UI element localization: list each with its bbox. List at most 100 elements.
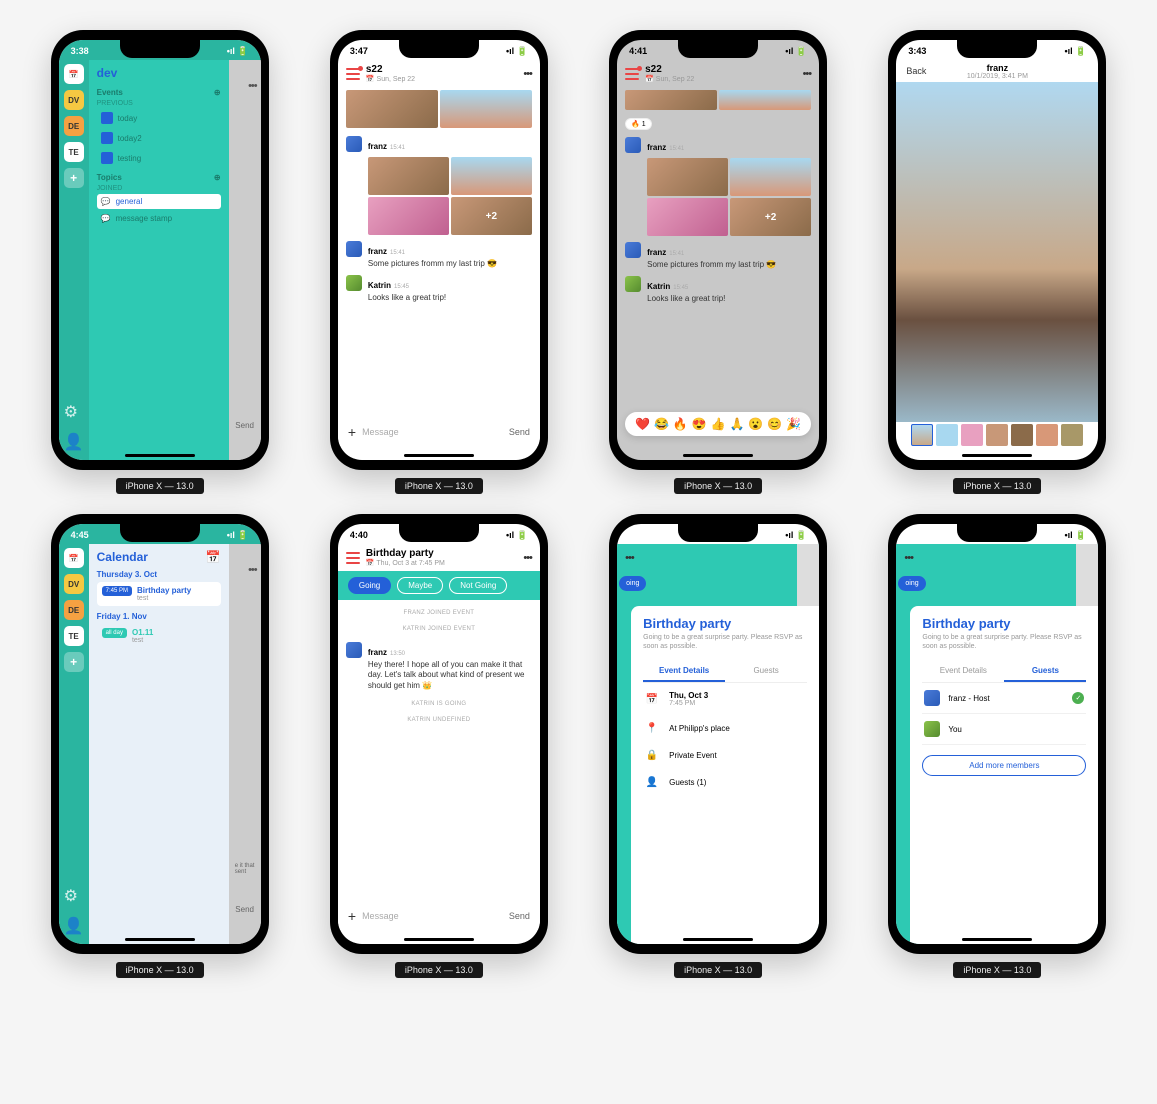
- reaction-laugh[interactable]: 😂: [654, 417, 669, 431]
- calendar-event[interactable]: all day O1.11test: [97, 624, 221, 648]
- tab-guests[interactable]: Guests: [1004, 661, 1086, 682]
- photo-thumbnail[interactable]: [647, 198, 728, 236]
- workspace-dv[interactable]: DV: [64, 574, 84, 594]
- message-input[interactable]: Message: [362, 427, 503, 437]
- rsvp-maybe-button[interactable]: Maybe: [397, 577, 443, 594]
- thumbnail[interactable]: [1011, 424, 1033, 446]
- calendar-add-icon[interactable]: 📅: [206, 550, 221, 564]
- chat-body[interactable]: FRANZ JOINED EVENT KATRIN JOINED EVENT f…: [338, 600, 540, 905]
- tab-details[interactable]: Event Details: [643, 661, 725, 682]
- menu-icon[interactable]: [625, 68, 639, 80]
- rsvp-going-partial[interactable]: oing: [619, 576, 646, 591]
- event-item-today[interactable]: today: [97, 109, 221, 127]
- reaction-party[interactable]: 🎉: [786, 417, 801, 431]
- rsvp-notgoing-button[interactable]: Not Going: [449, 577, 507, 594]
- attach-icon[interactable]: +: [348, 908, 356, 924]
- home-indicator[interactable]: [683, 938, 753, 941]
- avatar-franz[interactable]: [346, 241, 362, 257]
- avatar-franz[interactable]: [346, 642, 362, 658]
- thumbnail-selected[interactable]: [911, 424, 933, 446]
- attach-icon[interactable]: +: [348, 424, 356, 440]
- workspace-de[interactable]: DE: [64, 600, 84, 620]
- message-input[interactable]: Message: [362, 911, 503, 921]
- add-members-button[interactable]: Add more members: [922, 755, 1086, 776]
- profile-icon[interactable]: 👤: [64, 432, 84, 452]
- photo-thumbnail[interactable]: [440, 90, 532, 128]
- workspace-dv[interactable]: DV: [64, 90, 84, 110]
- add-topic-icon[interactable]: ⊕: [214, 173, 221, 182]
- profile-icon[interactable]: 👤: [64, 916, 84, 936]
- chat-body[interactable]: 🔥 1 franz15:41 +2 franz15:41 Some pictur…: [617, 87, 819, 437]
- reaction-wow[interactable]: 😮: [748, 417, 763, 431]
- more-icon[interactable]: •••: [904, 552, 913, 564]
- photo-thumbnail[interactable]: [346, 90, 438, 128]
- photo-thumbnail[interactable]: [647, 158, 728, 196]
- rsvp-going-button[interactable]: Going: [348, 577, 391, 594]
- event-item-testing[interactable]: testing: [97, 149, 221, 167]
- back-button[interactable]: Back: [906, 66, 926, 76]
- photo-thumbnail[interactable]: [368, 197, 449, 235]
- thumbnail[interactable]: [1036, 424, 1058, 446]
- reaction-heart[interactable]: ❤️: [635, 417, 650, 431]
- more-icon[interactable]: •••: [248, 80, 257, 92]
- photo-overflow[interactable]: +2: [451, 197, 532, 235]
- home-indicator[interactable]: [125, 454, 195, 457]
- menu-icon[interactable]: [346, 68, 360, 80]
- avatar-franz[interactable]: [346, 136, 362, 152]
- reaction-fire[interactable]: 🔥: [673, 417, 688, 431]
- guest-row-you[interactable]: You: [922, 714, 1086, 745]
- photo-thumbnail[interactable]: [625, 90, 717, 110]
- calendar-event[interactable]: 7:45 PM Birthday partytest: [97, 582, 221, 606]
- calendar-icon[interactable]: 📅: [64, 64, 84, 84]
- home-indicator[interactable]: [404, 454, 474, 457]
- event-item-today2[interactable]: today2: [97, 129, 221, 147]
- more-icon[interactable]: •••: [523, 68, 532, 80]
- thumbnail[interactable]: [961, 424, 983, 446]
- thumbnail[interactable]: [1061, 424, 1083, 446]
- home-indicator[interactable]: [125, 938, 195, 941]
- thumbnail[interactable]: [986, 424, 1008, 446]
- more-icon[interactable]: •••: [523, 552, 532, 564]
- photo-thumbnail[interactable]: [451, 157, 532, 195]
- avatar-katrin[interactable]: [625, 276, 641, 292]
- add-workspace-button[interactable]: +: [64, 168, 84, 188]
- tab-details[interactable]: Event Details: [922, 661, 1004, 682]
- photo-overflow[interactable]: +2: [730, 198, 811, 236]
- add-event-icon[interactable]: ⊕: [214, 88, 221, 97]
- avatar-franz[interactable]: [625, 137, 641, 153]
- photo-viewer[interactable]: [896, 82, 1098, 422]
- settings-icon[interactable]: ⚙: [64, 402, 84, 422]
- photo-thumbnail[interactable]: [368, 157, 449, 195]
- photo-thumbnail[interactable]: [730, 158, 811, 196]
- topic-message-stamp[interactable]: 💬message stamp: [97, 211, 221, 226]
- chat-body[interactable]: franz15:41 +2 franz15:41 Some pictures f…: [338, 87, 540, 437]
- detail-guests[interactable]: 👤 Guests (1): [643, 769, 807, 796]
- calendar-icon[interactable]: 📅: [64, 548, 84, 568]
- reaction-thumbsup[interactable]: 👍: [711, 417, 726, 431]
- avatar-franz[interactable]: [625, 242, 641, 258]
- add-workspace-button[interactable]: +: [64, 652, 84, 672]
- home-indicator[interactable]: [962, 454, 1032, 457]
- more-icon[interactable]: •••: [803, 68, 812, 80]
- reaction-pill[interactable]: 🔥 1: [625, 118, 652, 130]
- guest-row-host[interactable]: franz - Host ✓: [922, 683, 1086, 714]
- photo-thumbnail[interactable]: [719, 90, 811, 110]
- menu-icon[interactable]: [346, 552, 360, 564]
- reaction-hearteyes[interactable]: 😍: [692, 417, 707, 431]
- settings-icon[interactable]: ⚙: [64, 886, 84, 906]
- more-icon[interactable]: •••: [625, 552, 634, 564]
- send-button[interactable]: Send: [509, 427, 530, 437]
- home-indicator[interactable]: [683, 454, 753, 457]
- home-indicator[interactable]: [404, 938, 474, 941]
- workspace-de[interactable]: DE: [64, 116, 84, 136]
- topic-general[interactable]: 💬general: [97, 194, 221, 209]
- workspace-te[interactable]: TE: [64, 626, 84, 646]
- thumbnail[interactable]: [936, 424, 958, 446]
- rsvp-going-partial[interactable]: oing: [898, 576, 925, 591]
- reaction-pray[interactable]: 🙏: [729, 417, 744, 431]
- send-button[interactable]: Send: [509, 911, 530, 921]
- avatar-katrin[interactable]: [346, 275, 362, 291]
- home-indicator[interactable]: [962, 938, 1032, 941]
- tab-guests[interactable]: Guests: [725, 661, 807, 682]
- more-icon[interactable]: •••: [248, 564, 257, 576]
